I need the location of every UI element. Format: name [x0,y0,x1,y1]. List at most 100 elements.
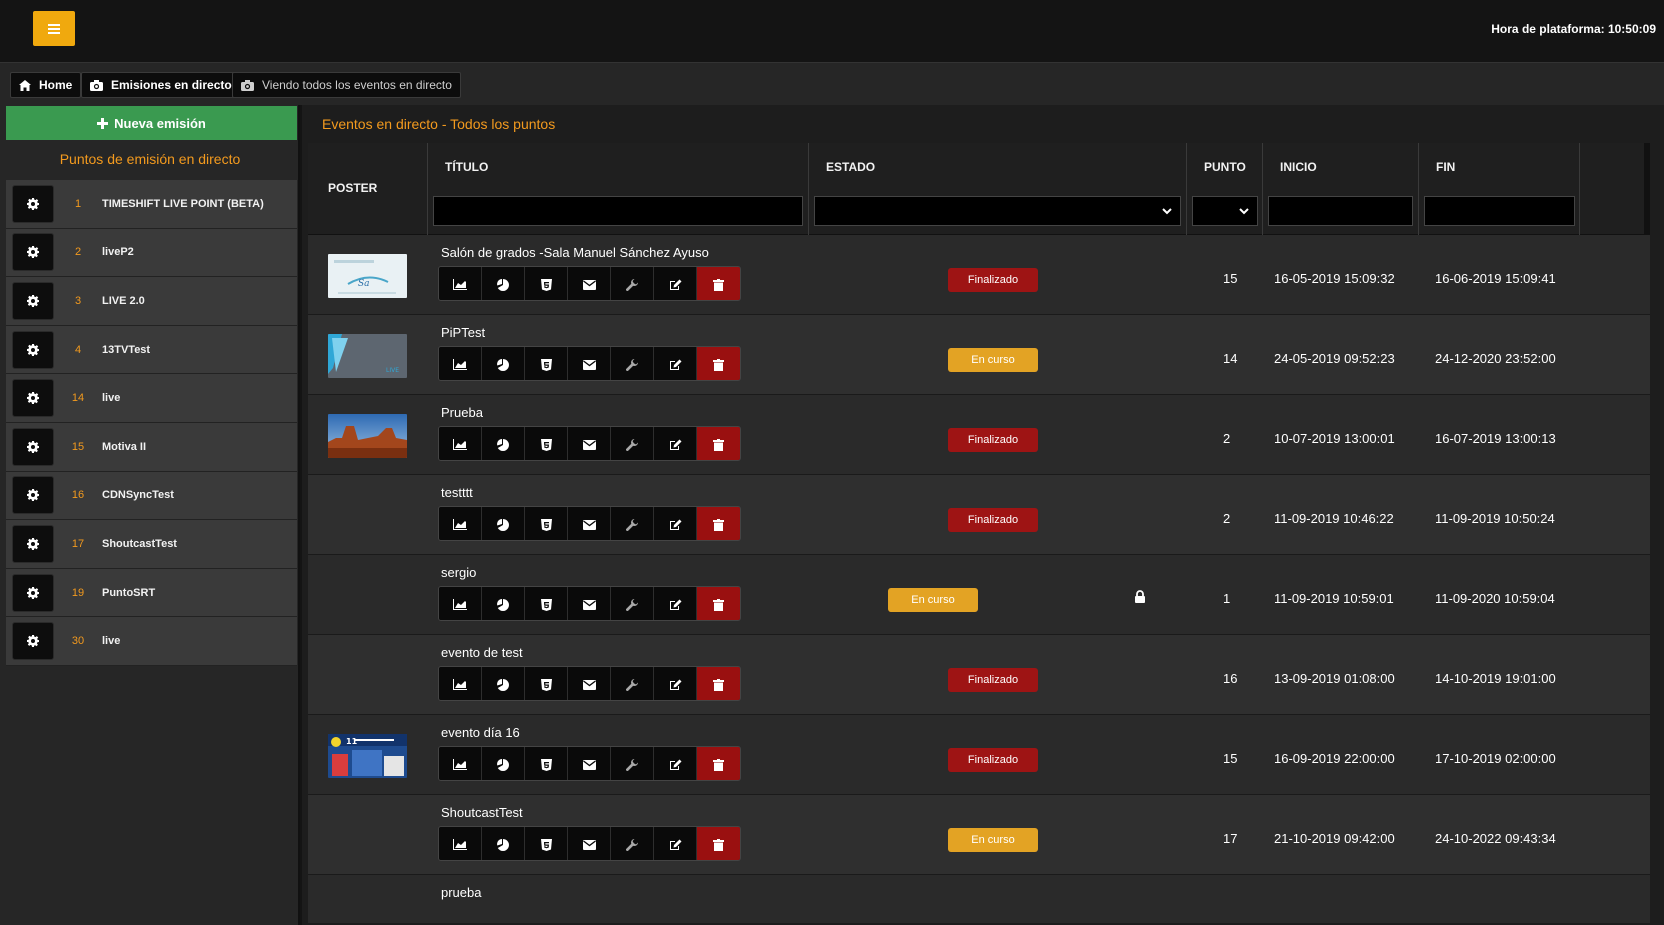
stats-button[interactable] [439,747,482,780]
analytics-button[interactable] [482,587,525,620]
column-start[interactable]: INICIO [1280,160,1317,174]
edit-button[interactable] [654,747,697,780]
column-point[interactable]: PUNTO [1204,160,1246,174]
delete-button[interactable] [697,507,740,540]
email-button[interactable] [568,427,611,460]
sidebar-point-item[interactable]: 16 CDNSyncTest [6,471,297,521]
stats-button[interactable] [439,347,482,380]
edit-button[interactable] [654,587,697,620]
embed-button[interactable] [525,587,568,620]
analytics-button[interactable] [482,267,525,300]
sidebar-point-item[interactable]: 14 live [6,374,297,423]
delete-button[interactable] [697,347,740,380]
sidebar-point-item[interactable]: 17 ShoutcastTest [6,520,297,569]
delete-button[interactable] [697,667,740,700]
embed-button[interactable] [525,667,568,700]
settings-button[interactable] [611,507,654,540]
event-actions [438,266,741,301]
settings-button[interactable] [611,827,654,860]
point-settings-button[interactable] [12,330,54,369]
column-state[interactable]: ESTADO [826,160,875,174]
point-settings-button[interactable] [12,622,54,661]
table-row: LIVE PiPTest En curso 14 24-05-2019 09:52:23… [308,315,1650,395]
event-end: 11-09-2020 10:59:04 [1435,591,1555,606]
analytics-button[interactable] [482,427,525,460]
hamburger-menu-button[interactable] [33,11,75,46]
new-broadcast-button[interactable]: Nueva emisión [6,106,297,140]
point-settings-button[interactable] [12,476,54,515]
edit-button[interactable] [654,507,697,540]
point-settings-button[interactable] [12,233,54,272]
delete-button[interactable] [697,267,740,300]
sidebar-point-item[interactable]: 3 LIVE 2.0 [6,277,297,326]
sidebar-point-item[interactable]: 15 Motiva II [6,422,297,472]
email-button[interactable] [568,827,611,860]
breadcrumb-home[interactable]: Home [10,72,82,98]
email-button[interactable] [568,267,611,300]
edit-button[interactable] [654,347,697,380]
email-button[interactable] [568,587,611,620]
stats-button[interactable] [439,267,482,300]
sidebar-point-item[interactable]: 2 liveP2 [6,228,297,278]
settings-button[interactable] [611,267,654,300]
point-settings-button[interactable] [12,524,54,563]
start-filter-input[interactable] [1268,196,1413,226]
point-settings-button[interactable] [12,184,54,223]
point-settings-button[interactable] [12,281,54,320]
edit-button[interactable] [654,427,697,460]
edit-button[interactable] [654,827,697,860]
analytics-button[interactable] [482,507,525,540]
column-end[interactable]: FIN [1436,160,1455,174]
title-filter-input[interactable] [433,196,803,226]
column-title[interactable]: TÍTULO [445,160,488,174]
embed-button[interactable] [525,347,568,380]
stats-button[interactable] [439,587,482,620]
stats-button[interactable] [439,667,482,700]
pie-chart-icon [497,758,509,771]
sidebar-point-item[interactable]: 4 13TVTest [6,325,297,375]
edit-button[interactable] [654,267,697,300]
stats-chart-icon [453,359,467,370]
embed-button[interactable] [525,507,568,540]
email-button[interactable] [568,507,611,540]
sidebar-point-item[interactable]: 19 PuntoSRT [6,568,297,618]
delete-button[interactable] [697,747,740,780]
analytics-button[interactable] [482,667,525,700]
event-end: 14-10-2019 19:01:00 [1435,671,1556,686]
embed-button[interactable] [525,827,568,860]
delete-button[interactable] [697,427,740,460]
embed-button[interactable] [525,427,568,460]
end-filter-input[interactable] [1424,196,1575,226]
point-settings-button[interactable] [12,379,54,418]
sidebar-point-item[interactable]: 1 TIMESHIFT LIVE POINT (BETA) [6,180,297,229]
point-filter-select[interactable] [1192,196,1258,226]
edit-button[interactable] [654,667,697,700]
state-filter-select[interactable] [814,196,1181,226]
settings-button[interactable] [611,667,654,700]
point-settings-button[interactable] [12,427,54,466]
settings-button[interactable] [611,427,654,460]
settings-button[interactable] [611,587,654,620]
stats-button[interactable] [439,427,482,460]
point-settings-button[interactable] [12,573,54,612]
settings-button[interactable] [611,347,654,380]
analytics-button[interactable] [482,347,525,380]
email-button[interactable] [568,347,611,380]
sidebar-point-item[interactable]: 30 live [6,617,297,666]
email-button[interactable] [568,747,611,780]
event-point: 15 [1223,751,1238,766]
stats-button[interactable] [439,507,482,540]
analytics-button[interactable] [482,747,525,780]
embed-button[interactable] [525,267,568,300]
stats-button[interactable] [439,827,482,860]
email-button[interactable] [568,667,611,700]
settings-button[interactable] [611,747,654,780]
trash-icon [713,678,724,691]
delete-button[interactable] [697,587,740,620]
delete-button[interactable] [697,827,740,860]
breadcrumb-all-events[interactable]: Viendo todos los eventos en directo [232,72,461,98]
analytics-button[interactable] [482,827,525,860]
embed-button[interactable] [525,747,568,780]
breadcrumb-live-broadcasts[interactable]: Emisiones en directo [81,72,241,98]
breadcrumb-all-events-label: Viendo todos los eventos en directo [262,78,452,92]
